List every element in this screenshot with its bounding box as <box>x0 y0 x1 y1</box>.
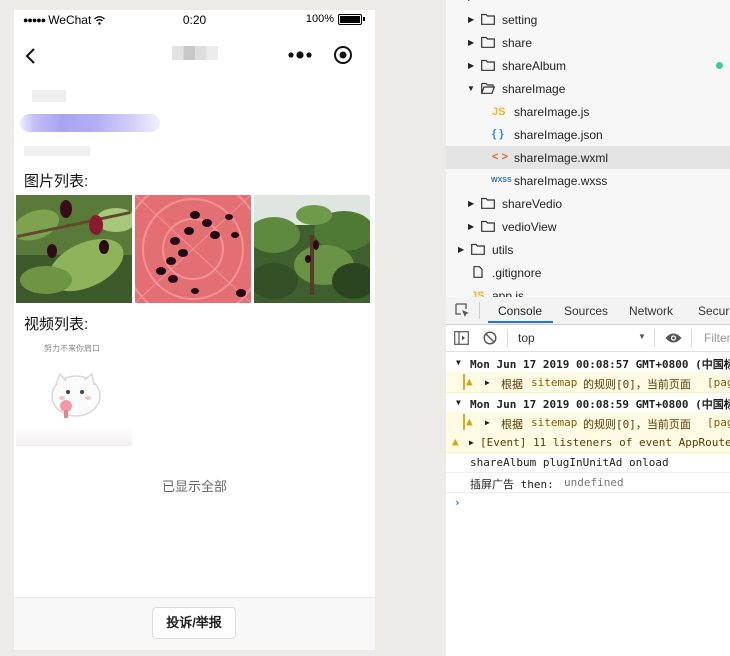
console-warning[interactable]: ▲ ▶ 根据 sitemap 的规则[0]，当前页面 [pages/index/… <box>446 372 730 393</box>
console-group-header[interactable]: ▼ Mon Jun 17 2019 00:08:57 GMT+0800 (中国标… <box>446 352 730 373</box>
inspect-element-icon[interactable] <box>455 303 470 318</box>
chevron-down-icon: ▼ <box>456 398 461 407</box>
console-output: ▼ Mon Jun 17 2019 00:08:57 GMT+0800 (中国标… <box>446 352 730 652</box>
chevron-right-icon: ▶ <box>458 245 465 254</box>
video-list-label: 视频列表: <box>24 316 89 333</box>
devtools-tabs: Console Sources Network Securi <box>446 297 730 325</box>
chevron-right-icon: ▶ <box>469 438 474 447</box>
json-file-icon: { } <box>492 128 504 140</box>
console-log[interactable]: shareAlbum plugInUnitAd onload <box>446 452 730 473</box>
chevron-right-icon: ▶ <box>485 418 490 427</box>
tab-network[interactable]: Network <box>629 304 673 318</box>
folder-icon <box>481 220 495 232</box>
tree-item-vedioview[interactable]: ▶ vedioView <box>446 215 730 238</box>
context-selector[interactable]: top <box>518 331 535 345</box>
mulberry-tree-photo[interactable] <box>254 195 370 303</box>
video-caption: 努力不来你肩口 <box>44 344 100 353</box>
tab-console[interactable]: Console <box>498 304 542 318</box>
file-icon <box>473 266 483 278</box>
tree-item-shareimage[interactable]: ▼ shareImage <box>446 77 730 100</box>
js-file-icon: JS <box>471 290 485 297</box>
nav-bar <box>14 36 375 76</box>
close-miniprogram-icon[interactable] <box>333 45 353 65</box>
tree-item-app-js[interactable]: JS app.js <box>446 284 730 297</box>
battery-percent: 100% <box>305 13 334 25</box>
folder-icon <box>481 13 495 25</box>
all-loaded-text: 已显示全部 <box>161 479 227 494</box>
status-bar: ●●●●● WeChat 0:20 100% <box>14 10 375 30</box>
bottom-bar: 投诉/举报 <box>14 597 375 650</box>
console-warning[interactable]: ▲ ▶ [Event] 11 listeners of event AppRou… <box>446 432 730 453</box>
chevron-right-icon: ▶ <box>485 378 490 387</box>
blurred-link <box>20 114 160 132</box>
clear-console-icon[interactable] <box>483 331 497 345</box>
tree-item-share[interactable]: ▶ share <box>446 31 730 54</box>
blurred-text <box>24 146 90 156</box>
tree-item-gitignore[interactable]: .gitignore <box>446 261 730 284</box>
js-file-icon: JS <box>492 106 506 118</box>
filter-input[interactable]: Filter <box>704 331 730 345</box>
eye-icon[interactable] <box>665 332 682 344</box>
console-prompt[interactable]: › <box>446 492 730 512</box>
back-arrow-icon[interactable] <box>24 47 38 65</box>
wxss-file-icon: WXSS <box>491 177 512 184</box>
chevron-right-icon: ▶ <box>468 61 475 70</box>
tab-sources[interactable]: Sources <box>564 304 608 318</box>
blurred-text <box>32 90 66 102</box>
chevron-right-icon: ▶ <box>468 38 475 47</box>
git-status-dot <box>716 62 723 69</box>
folder-icon <box>481 36 495 48</box>
warning-icon: ▲ <box>452 435 459 448</box>
image-list-label: 图片列表: <box>24 173 89 190</box>
console-warning[interactable]: ▲ ▶ 根据 sitemap 的规则[0]，当前页面 [pages/index/… <box>446 412 730 433</box>
chevron-right-icon: ▶ <box>468 15 475 24</box>
chevron-right-icon: ▶ <box>468 222 475 231</box>
cartoon-cat-icon <box>51 372 101 418</box>
chevron-down-icon: ▼ <box>456 358 461 367</box>
file-tree: ▶ ▶ setting ▶ share ▶ shareAlbum ▼ share… <box>446 0 730 297</box>
dropdown-arrow-icon[interactable]: ▼ <box>638 332 646 341</box>
report-button[interactable]: 投诉/举报 <box>152 607 236 639</box>
tree-item-sharevedio[interactable]: ▶ shareVedio <box>446 192 730 215</box>
phone-simulator: ●●●●● WeChat 0:20 100% 图片列表: 视频列表: 努力不来你… <box>14 10 375 650</box>
open-folder-icon <box>481 82 495 94</box>
folder-icon <box>481 59 495 71</box>
tree-item-shareimage-wxss[interactable]: WXSS shareImage.wxss <box>446 169 730 192</box>
tree-item-sharealbum[interactable]: ▶ shareAlbum <box>446 54 730 77</box>
tree-item-shareimage-wxml[interactable]: < > shareImage.wxml <box>446 146 730 169</box>
tab-security[interactable]: Securi <box>698 304 730 318</box>
sidebar-toggle-icon[interactable] <box>454 331 469 345</box>
tree-item-utils[interactable]: ▶ utils <box>446 238 730 261</box>
chevron-right-icon: ▶ <box>468 199 475 208</box>
nav-title-blurred <box>172 46 218 60</box>
tree-item-setting[interactable]: ▶ setting <box>446 8 730 31</box>
more-dots-icon[interactable] <box>288 49 312 61</box>
warning-icon: ▲ <box>466 375 473 388</box>
image-list <box>16 195 370 303</box>
folder-icon <box>481 197 495 209</box>
devtools-panel: Console Sources Network Securi top ▼ Fil… <box>446 297 730 656</box>
wxml-file-icon: < > <box>492 151 508 163</box>
battery-icon <box>338 13 362 25</box>
chevron-down-icon: ▼ <box>467 84 475 93</box>
prompt-chevron-icon: › <box>454 496 461 509</box>
tree-item-shareimage-js[interactable]: JS shareImage.js <box>446 100 730 123</box>
video-thumbnail[interactable]: 努力不来你肩口 <box>16 340 132 446</box>
warning-icon: ▲ <box>466 415 473 428</box>
tree-item-shareimage-json[interactable]: { } shareImage.json <box>446 123 730 146</box>
active-tab-indicator <box>488 321 553 323</box>
mulberry-photo-1[interactable] <box>16 195 132 303</box>
console-group-header[interactable]: ▼ Mon Jun 17 2019 00:08:59 GMT+0800 (中国标… <box>446 392 730 413</box>
folder-icon <box>471 243 485 255</box>
mulberry-photo-2[interactable] <box>135 195 251 303</box>
console-toolbar: top ▼ Filter <box>446 325 730 352</box>
console-log[interactable]: 插屏广告 then: undefined <box>446 472 730 493</box>
